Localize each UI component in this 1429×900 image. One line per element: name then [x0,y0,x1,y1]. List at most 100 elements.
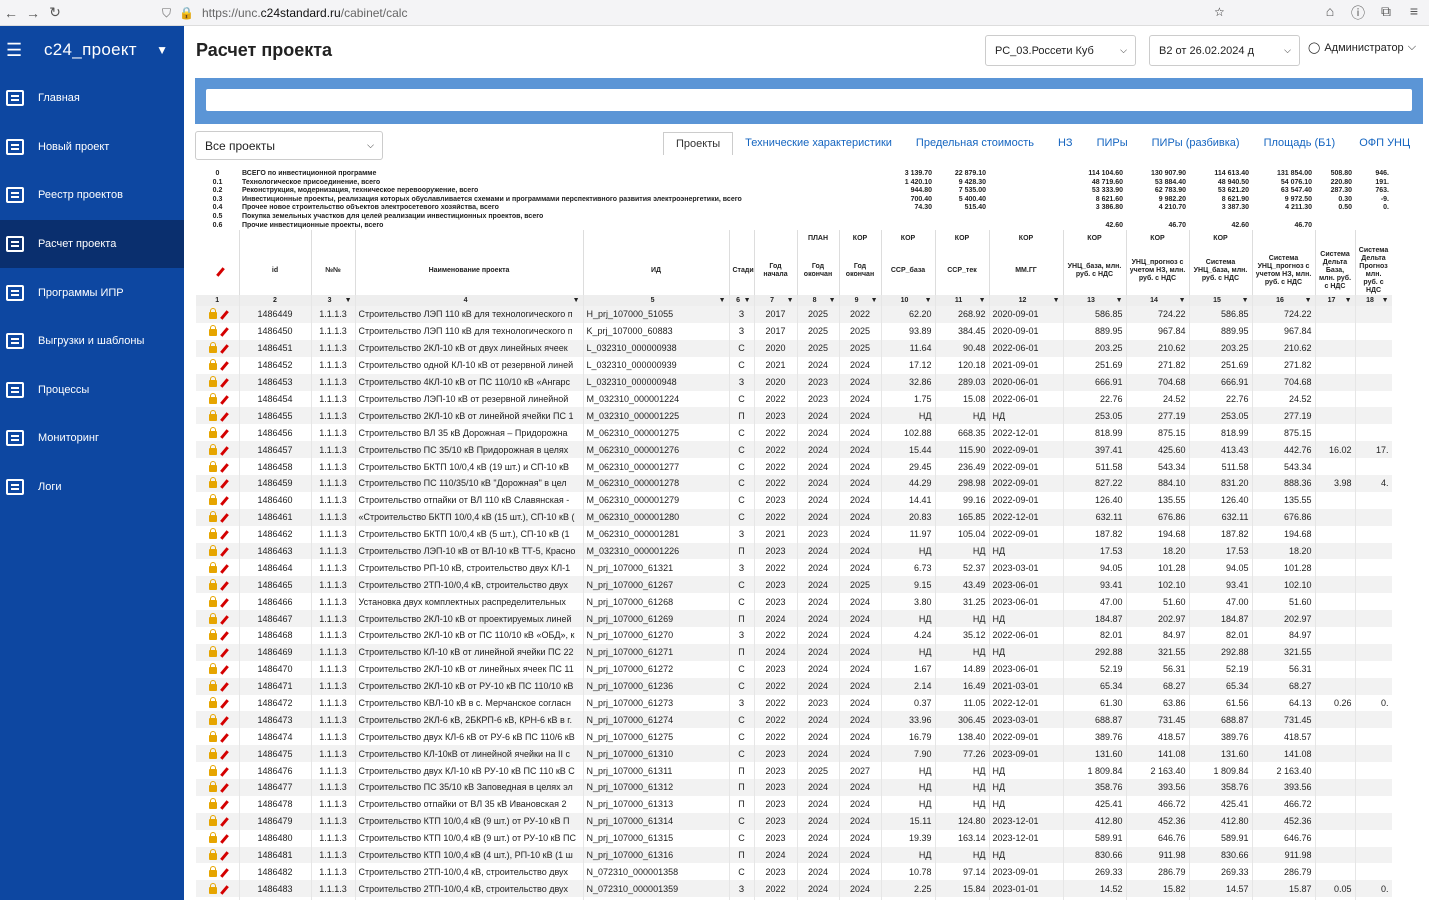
sidebar-item[interactable]: Новый проект [0,123,184,172]
column-header[interactable]: ССР_тек [935,247,990,296]
lock-icon[interactable] [208,325,217,337]
table-row[interactable]: 1486471 1.1.1.3 Строительство 2КЛ-10 кВ от… [196,677,1392,695]
lock-icon[interactable] [208,460,217,472]
info-icon[interactable]: ⓘ [1347,3,1369,23]
hamburger-icon[interactable]: ☰ [6,40,32,61]
sidebar-item[interactable]: Расчет проекта [0,219,184,269]
column-header[interactable]: id [239,247,312,296]
pencil-icon[interactable] [219,783,229,794]
column-header[interactable]: Стадия [729,247,755,296]
table-row[interactable]: 1486469 1.1.1.3 Строительство КЛ-10 кВ от … [196,643,1392,661]
brand[interactable]: ☰ c24_проект ▼ [0,26,184,74]
column-number[interactable]: 12 ▼ [989,295,1064,307]
column-header[interactable]: УНЦ_прогноз с учетом НЗ, млн. руб. с НДС [1126,247,1190,296]
pencil-icon[interactable] [219,682,229,692]
column-number[interactable]: 16 ▼ [1252,295,1316,307]
table-row[interactable]: 1486474 1.1.1.3 Строительство двух КЛ-6 кВ… [196,728,1392,746]
back-icon[interactable]: ← [0,5,22,21]
lock-icon[interactable] [208,578,217,590]
lock-icon[interactable] [208,663,217,675]
table-row[interactable]: 1486470 1.1.1.3 Строительство 2КЛ-10 кВ от… [196,660,1392,678]
table-row[interactable]: 1486466 1.1.1.3 Установка двух комплектных… [196,593,1392,611]
column-number[interactable]: 10 ▼ [881,295,936,307]
table-row[interactable]: 1486458 1.1.1.3 Строительство БКТП 10/0,4 … [196,458,1392,475]
pencil-icon[interactable] [219,817,229,827]
pencil-icon[interactable] [219,648,229,659]
column-number[interactable]: 15 ▼ [1189,295,1253,307]
lock-icon[interactable] [208,561,217,573]
column-header[interactable]: Год начала [754,247,798,296]
table-row[interactable]: 1486467 1.1.1.3 Строительство 2КЛ-10 кВ от… [196,610,1392,627]
pencil-icon[interactable] [219,699,229,709]
pencil-icon[interactable] [219,564,229,574]
pencil-icon[interactable] [219,378,229,388]
table-row[interactable]: 1486452 1.1.1.3 Строительство одной КЛ-10 … [196,356,1392,374]
lock-icon[interactable] [208,494,217,506]
column-number[interactable]: 17 ▼ [1315,295,1356,307]
column-number[interactable]: 7 ▼ [754,295,798,307]
table-row[interactable]: 1486480 1.1.1.3 Строительство КТП 10/0,4 к… [196,829,1392,847]
column-header[interactable]: Наименование проекта [355,247,584,296]
table-row[interactable]: 1486472 1.1.1.3 Строительство КВЛ-10 кВ в … [196,694,1392,712]
table-row[interactable]: 1486462 1.1.1.3 Строительство БКТП 10/0,4 … [196,525,1392,543]
column-header[interactable]: Система Дельта База, млн. руб. с НДС [1315,247,1356,296]
lock-icon[interactable] [208,747,217,759]
extensions-icon[interactable]: ⧉ [1375,3,1397,23]
menu-icon[interactable]: ≡ [1403,3,1425,23]
filter-dropdown-icon[interactable]: ▼ [1179,297,1186,304]
tab[interactable]: Предельная стоимость [904,132,1046,155]
sidebar-item[interactable]: Мониторинг [0,414,184,463]
column-number[interactable]: 18 ▼ [1355,295,1392,307]
pencil-icon[interactable] [219,749,229,760]
table-row[interactable]: 1486468 1.1.1.3 Строительство 2КЛ-10 кВ от… [196,626,1392,644]
table-row[interactable]: 1486455 1.1.1.3 Строительство 2КЛ-10 кВ от… [196,407,1392,425]
sidebar-item[interactable]: Главная [0,74,184,123]
sidebar-item[interactable]: Процессы [0,366,184,415]
company-select[interactable]: РС_03.Россети Куб ⌵ [985,35,1136,66]
pencil-icon[interactable] [219,412,229,422]
table-row[interactable]: 1486475 1.1.1.3 Строительство КЛ-10кВ от л… [196,745,1392,763]
column-header[interactable]: Год окончан [839,247,882,296]
column-number[interactable]: 9 ▼ [839,295,882,307]
column-number[interactable]: 11 ▼ [935,295,990,307]
filter-dropdown-icon[interactable]: ▼ [979,297,986,304]
column-number[interactable]: 13 ▼ [1063,295,1127,307]
filter-dropdown-icon[interactable]: ▼ [1382,297,1389,304]
edit-all-icon[interactable] [196,247,240,296]
tab[interactable]: ОФП УНЦ [1347,132,1422,155]
filter-dropdown-icon[interactable]: ▼ [345,297,352,304]
filter-dropdown-icon[interactable]: ▼ [1242,297,1249,304]
lock-icon[interactable] [208,392,217,404]
column-number[interactable]: 14 ▼ [1126,295,1190,307]
filter-dropdown-icon[interactable]: ▼ [744,297,751,304]
column-header[interactable]: Система УНЦ_база, млн. руб. с НДС [1189,247,1253,296]
pencil-icon[interactable] [219,732,229,743]
address-bar[interactable]: ⛉ 🔒 https://unc.c24standard.ru/cabinet/c… [162,2,1238,24]
column-header[interactable]: Система Дельта Прогноз млн. руб. с НДС [1355,247,1392,296]
lock-icon[interactable] [208,376,217,388]
lock-icon[interactable] [208,528,217,540]
pencil-icon[interactable] [219,716,229,726]
pencil-icon[interactable] [219,462,229,473]
pencil-icon[interactable] [219,310,229,321]
lock-icon[interactable] [208,848,217,860]
column-header[interactable]: Год окончан [797,247,840,296]
tab[interactable]: Площадь (Б1) [1252,132,1348,155]
pencil-icon[interactable] [219,884,229,895]
column-number[interactable]: 8 ▼ [797,295,840,307]
column-header[interactable]: №№ [311,247,356,296]
pencil-icon[interactable] [219,800,229,811]
column-number[interactable]: 3 ▼ [311,295,356,307]
tab[interactable]: ПИРы (разбивка) [1140,132,1252,155]
table-row[interactable]: 1486461 1.1.1.3 «Строительство БКТП 10/0,4… [196,508,1392,526]
column-header[interactable]: УНЦ_база, млн. руб. с НДС [1063,247,1127,296]
table-row[interactable]: 1486464 1.1.1.3 Строительство РП-10 кВ, ст… [196,559,1392,577]
pencil-icon[interactable] [219,513,229,523]
column-number[interactable]: 6 ▼ [729,295,755,307]
lock-icon[interactable] [208,696,217,708]
sidebar-item[interactable]: Программы ИПР [0,268,184,317]
table-row[interactable]: 1486482 1.1.1.3 Строительство 2ТП-10/0,4 к… [196,863,1392,881]
lock-icon[interactable] [208,443,217,455]
table-row[interactable]: 1486457 1.1.1.3 Строительство ПС 35/10 кВ … [196,441,1392,459]
table-row[interactable]: 1486481 1.1.1.3 Строительство КТП 10/0,4 к… [196,846,1392,864]
